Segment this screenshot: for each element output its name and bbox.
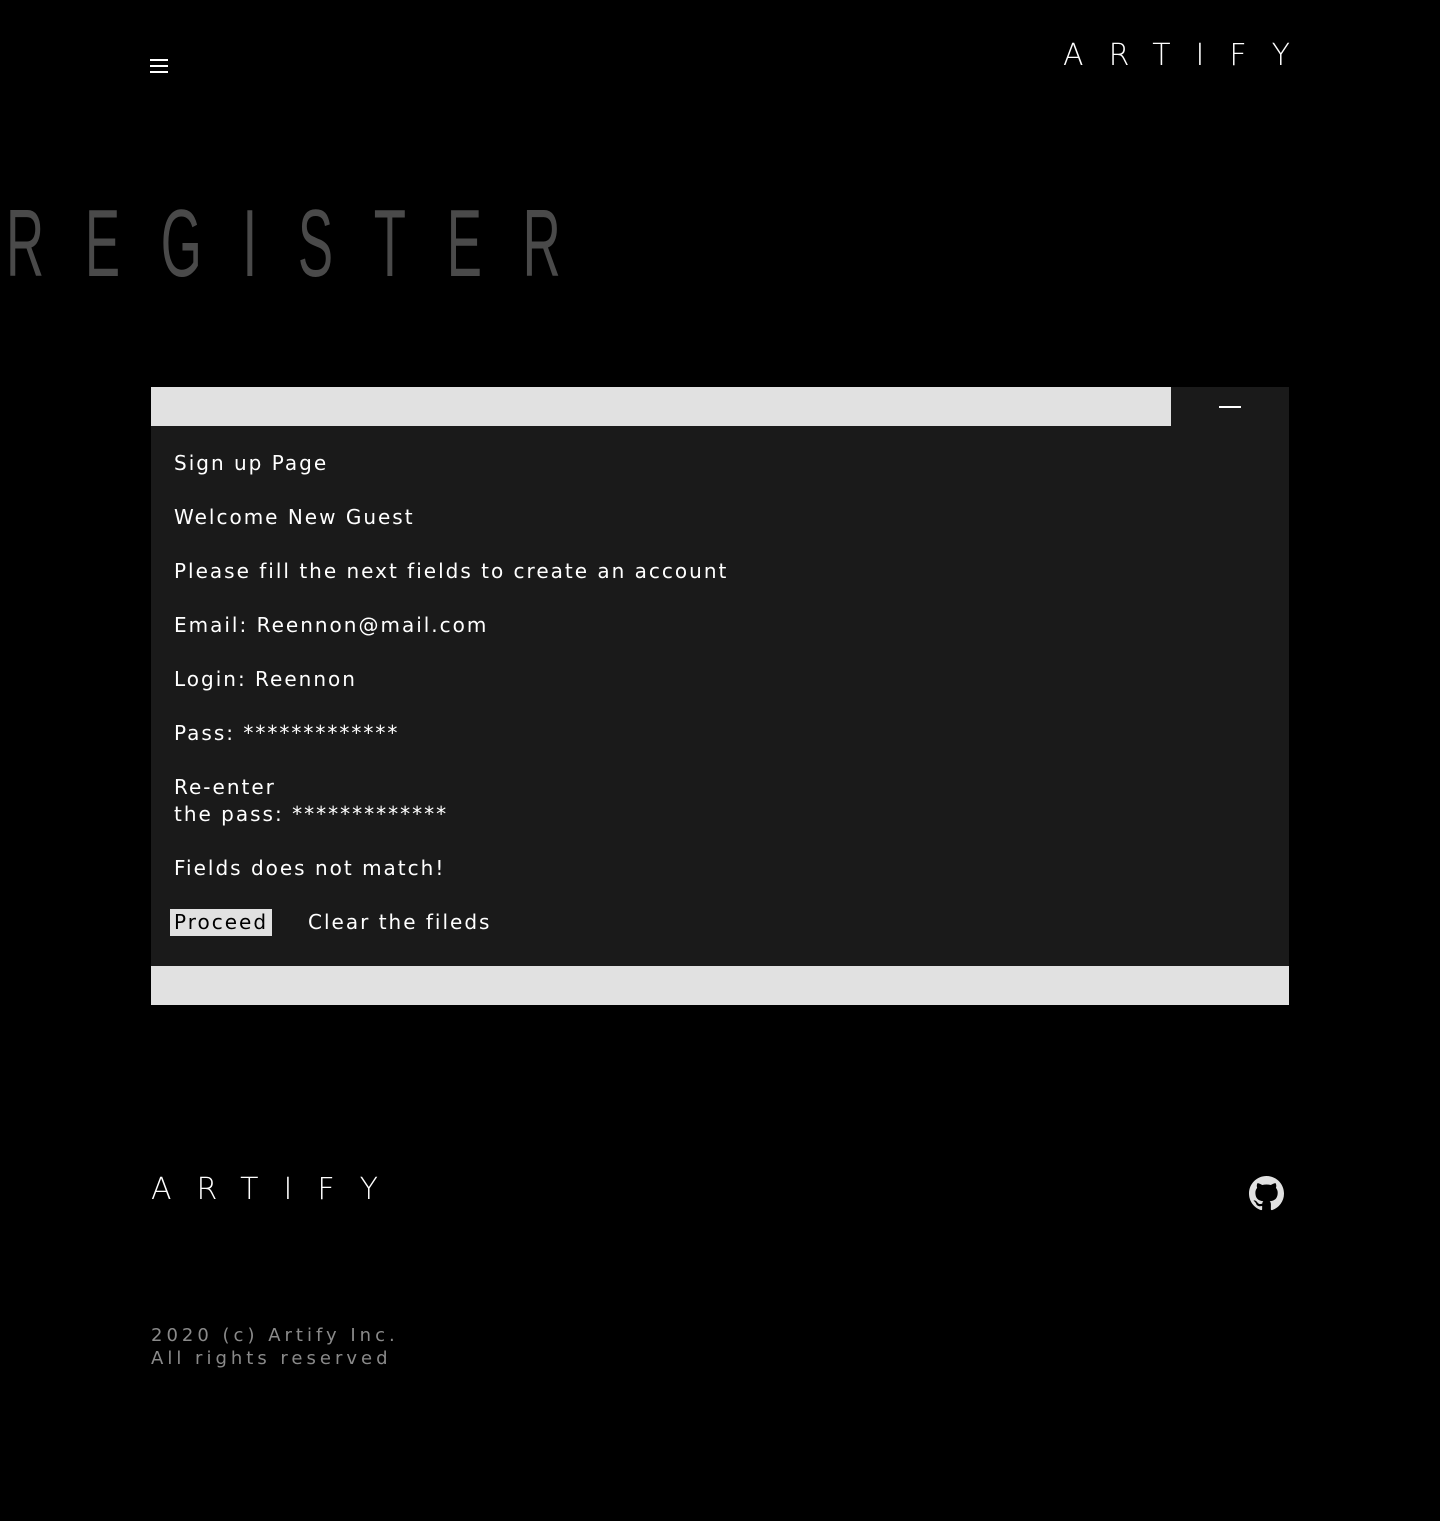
panel-header [151,387,1289,426]
page: ARTIFY REGISTER Sign up Page Welcome New… [0,0,1440,1521]
clear-fields-button[interactable]: Clear the fileds [308,909,491,936]
reenter-password-label-line2: the pass: ************* [174,802,449,826]
panel-body: Sign up Page Welcome New Guest Please fi… [151,426,1289,966]
signup-page-title: Sign up Page [174,451,329,475]
reenter-password-field[interactable]: Re-enter the pass: ************* [174,774,1266,828]
password-field[interactable]: Pass: ************* [174,720,1266,747]
form-actions: Proceed Clear the fileds [170,909,1266,936]
panel-header-bar [151,387,1171,426]
signup-panel: Sign up Page Welcome New Guest Please fi… [151,387,1289,1005]
collapse-button[interactable] [1171,387,1289,426]
email-field[interactable]: Email: Reennon@mail.com [174,612,1266,639]
minus-icon [1219,405,1241,408]
login-field[interactable]: Login: Reennon [174,666,1266,693]
copyright-line1: 2020 (c) Artify Inc. [151,1325,399,1346]
copyright-notice: 2020 (c) Artify Inc. All rights reserved [151,1324,399,1370]
github-icon[interactable] [1249,1176,1284,1211]
proceed-button[interactable]: Proceed [170,909,273,936]
reenter-password-label-line1: Re-enter [174,775,276,799]
hero-title: REGISTER [6,190,602,297]
copyright-line2: All rights reserved [151,1348,392,1369]
instruction-text: Please fill the next fields to create an… [174,559,729,583]
validation-error-message: Fields does not match! [174,856,446,880]
footer-brand-logo[interactable]: ARTIFY [151,1172,403,1207]
welcome-text: Welcome New Guest [174,505,415,529]
panel-footer-bar [151,966,1289,1005]
hamburger-menu-icon[interactable] [150,59,168,75]
header-brand-logo[interactable]: ARTIFY [1063,38,1315,73]
